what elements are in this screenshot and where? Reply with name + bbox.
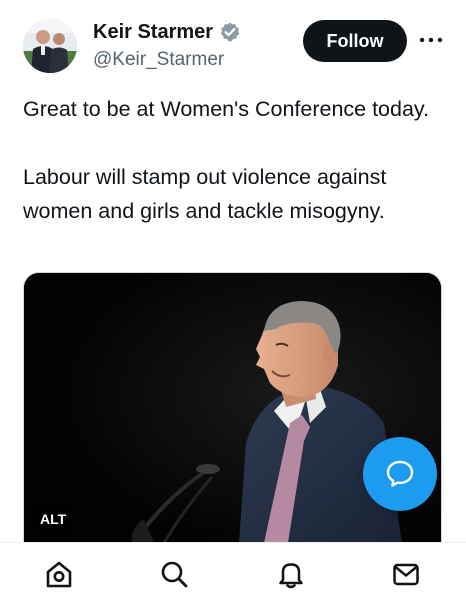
notifications-bell-icon <box>279 563 303 589</box>
more-horizontal-icon <box>419 37 443 43</box>
messages-envelope-icon <box>393 563 419 586</box>
alt-text-badge[interactable]: ALT <box>34 509 73 529</box>
author-handle[interactable]: @Keir_Starmer <box>93 49 224 71</box>
compose-icon <box>386 460 414 487</box>
avatar[interactable] <box>23 19 77 73</box>
author-name-row: Keir Starmer <box>93 20 241 44</box>
nav-search[interactable] <box>157 557 191 591</box>
follow-button[interactable]: Follow <box>303 20 407 62</box>
more-options-button[interactable] <box>418 30 444 50</box>
tweet-text: Great to be at Women's Conference today.… <box>23 92 443 228</box>
bottom-navigation <box>0 542 466 600</box>
home-icon <box>46 561 72 588</box>
search-icon <box>161 561 188 588</box>
avatar-photo <box>23 19 77 73</box>
tweet-paragraph-2: Labour will stamp out violence against w… <box>23 165 387 223</box>
tweet-paragraph-1: Great to be at Women's Conference today. <box>23 97 430 121</box>
nav-messages[interactable] <box>389 557 423 591</box>
author-display-name[interactable]: Keir Starmer <box>93 20 213 44</box>
nav-home[interactable] <box>42 557 76 591</box>
compose-button[interactable] <box>363 437 437 511</box>
nav-notifications[interactable] <box>274 557 308 591</box>
verified-badge-icon <box>219 21 241 43</box>
tweet-header: Keir Starmer @Keir_Starmer Follow <box>0 0 466 90</box>
